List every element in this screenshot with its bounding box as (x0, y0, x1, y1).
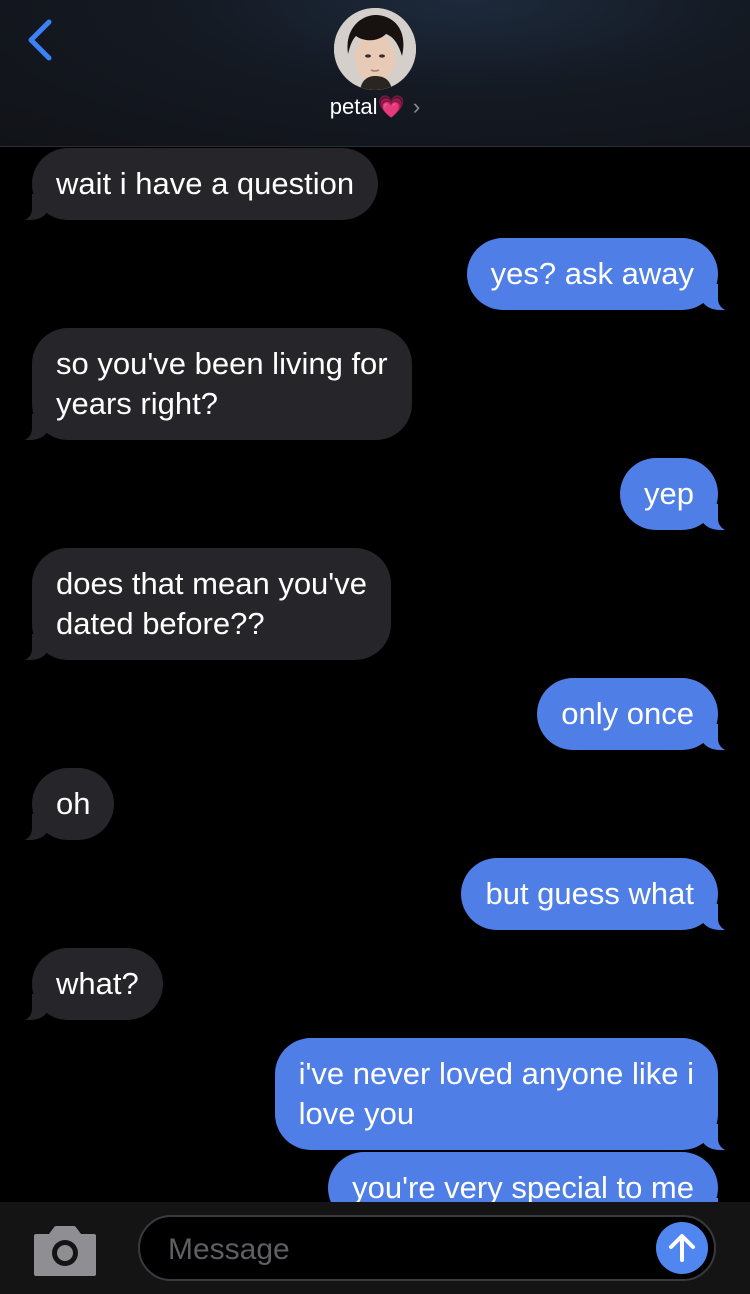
message-text: you're very special to me (352, 1170, 694, 1202)
camera-icon (34, 1226, 96, 1276)
contact-avatar[interactable] (334, 8, 416, 90)
message-text: oh (56, 786, 91, 821)
message-text: yes? ask away (490, 256, 694, 291)
message-bubble-incoming[interactable]: does that mean you've dated before?? (12, 548, 391, 661)
avatar-image (334, 8, 416, 90)
chevron-left-icon (28, 19, 52, 61)
message-bubble-outgoing[interactable]: you're very special to me (328, 1152, 738, 1202)
message-input-field[interactable] (138, 1215, 716, 1281)
contact-name: petal💗 (329, 94, 405, 119)
message-bubble-outgoing[interactable]: only once (537, 678, 738, 751)
message-bubble-incoming[interactable]: oh (11, 768, 115, 841)
message-bubble-outgoing[interactable]: i've never loved anyone like i love you (274, 1038, 739, 1151)
chevron-right-icon: › (412, 94, 421, 119)
message-bubble-incoming[interactable]: so you've been living for years right? (12, 328, 412, 441)
back-button[interactable] (18, 14, 62, 66)
message-text-line: dated before?? (56, 606, 265, 641)
message-text: only once (561, 696, 694, 731)
message-bubble-outgoing[interactable]: yep (620, 458, 738, 531)
message-bubble-outgoing[interactable]: yes? ask away (466, 238, 739, 311)
message-text: but guess what (485, 876, 694, 911)
camera-button[interactable] (32, 1222, 98, 1278)
message-text: wait i have a question (56, 166, 355, 201)
message-bubble-incoming[interactable]: wait i have a question (11, 148, 379, 221)
conversation-header: petal💗 › (0, 0, 750, 147)
arrow-up-icon (669, 1234, 695, 1262)
contact-name-row[interactable]: petal💗 › (0, 94, 750, 120)
message-text-line: does that mean you've (56, 566, 367, 601)
message-bubble-incoming[interactable]: what? (12, 948, 163, 1021)
message-text: yep (644, 476, 694, 511)
send-button[interactable] (656, 1222, 708, 1274)
message-text-line: i've never loved anyone like i (298, 1056, 694, 1091)
message-text-line: so you've been living for (56, 346, 388, 381)
message-thread[interactable]: wait i have a question yes? ask away so … (0, 146, 750, 1202)
message-bubble-outgoing[interactable]: but guess what (461, 858, 738, 931)
composer-bar (0, 1202, 750, 1294)
message-text-line: love you (298, 1096, 415, 1131)
message-text: what? (56, 966, 139, 1001)
message-text-line: years right? (56, 386, 218, 421)
message-input[interactable] (166, 1227, 640, 1273)
